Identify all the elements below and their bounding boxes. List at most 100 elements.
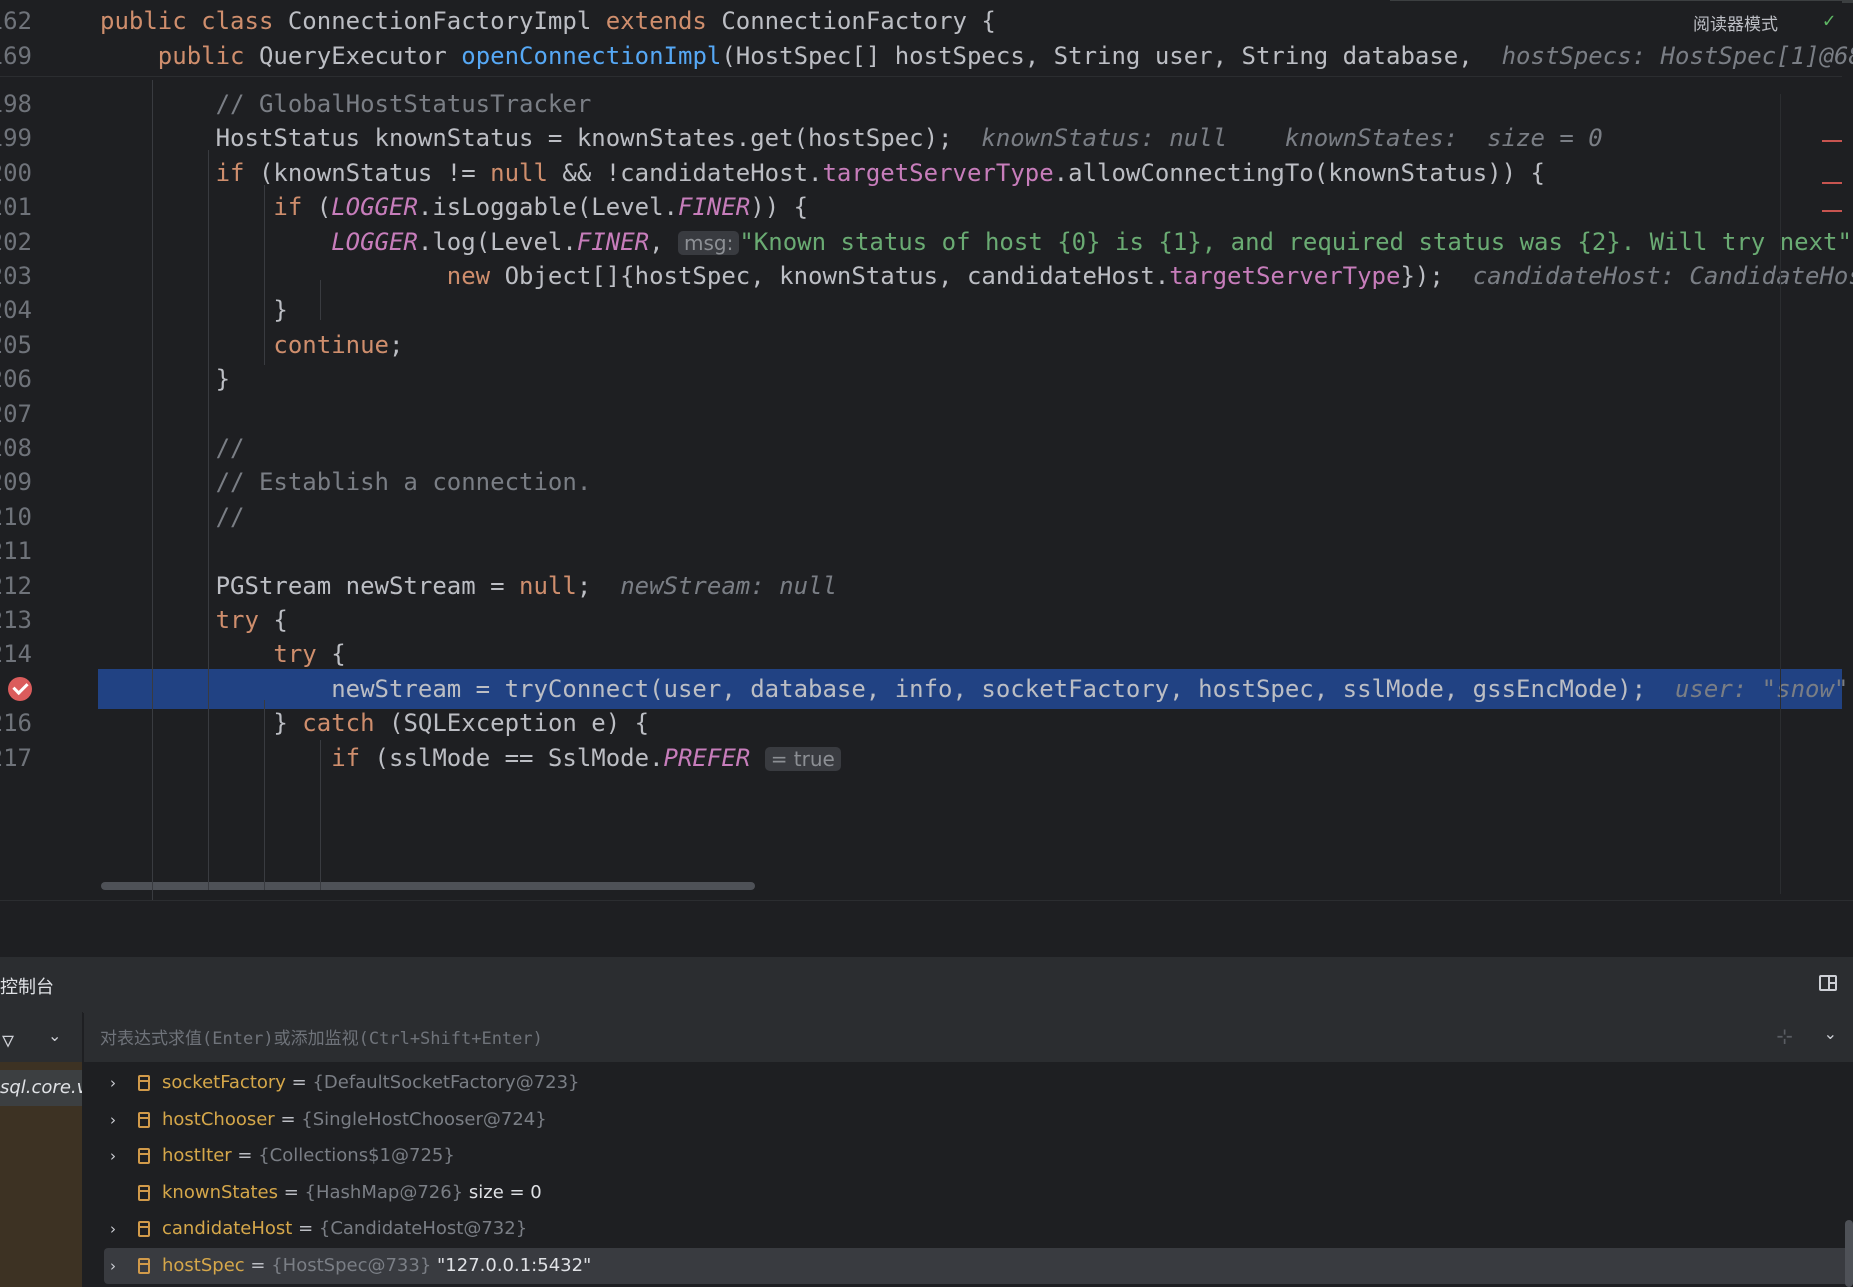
reader-mode-button[interactable]: 阅读器模式 — [1693, 10, 1778, 35]
line-number[interactable]: 199 — [0, 118, 60, 158]
code-token: continue — [273, 331, 389, 359]
variable-row[interactable]: › hostChooser = {SingleHostChooser@724} — [104, 1102, 1853, 1138]
variable-name: hostSpec — [162, 1254, 245, 1276]
code-line[interactable]: 209 // Establish a connection. — [0, 462, 1842, 502]
error-stripe-marker[interactable] — [1822, 182, 1842, 184]
line-number[interactable]: 217 — [0, 738, 60, 778]
code-token: ; — [388, 331, 404, 359]
frame-item-selected[interactable]: sql.core.v. — [0, 1070, 82, 1106]
variable-name: hostIter — [162, 1145, 232, 1166]
code-line[interactable]: 201 if (LOGGER.isLoggable(Level.FINER)) … — [0, 187, 1842, 227]
code-line[interactable]: 204 } — [0, 290, 1842, 330]
code-line[interactable]: 211 — [0, 531, 1842, 571]
code-token: (SQLException e) { — [374, 709, 650, 737]
chevron-down-icon[interactable]: ⌄ — [48, 1026, 61, 1045]
code-token: PREFER — [663, 744, 751, 772]
line-number[interactable]: 211 — [0, 531, 60, 571]
variables-panel: › socketFactory = {DefaultSocketFactory@7… — [84, 1063, 1853, 1287]
code-token: { — [258, 606, 288, 634]
equals-sign: = — [278, 1181, 305, 1203]
line-number[interactable]: 162 — [0, 1, 60, 41]
code-token: if — [215, 159, 259, 187]
editor-bottom-spacer — [0, 900, 1853, 957]
error-stripe-marker[interactable] — [1822, 140, 1842, 142]
code-token: HostStatus knownStatus = knownStates.get… — [100, 124, 982, 152]
code-token: // GlobalHostStatusTracker — [100, 90, 592, 118]
variable-row[interactable]: knownStates = {HashMap@726} size = 0 — [104, 1175, 1853, 1211]
code-token: { — [316, 640, 346, 668]
layout-icon[interactable] — [1819, 975, 1837, 991]
variable-row[interactable]: › hostSpec = {HostSpec@733} "127.0.0.1:54… — [104, 1247, 1853, 1284]
code-token: targetServerType — [1169, 262, 1401, 290]
sticky-header-line[interactable]: 169 public QueryExecutor openConnectionI… — [0, 36, 1853, 77]
expand-arrow-icon[interactable]: › — [110, 1211, 116, 1247]
variable-row[interactable]: › candidateHost = {CandidateHost@732} — [104, 1211, 1853, 1247]
code-line[interactable]: 216 } catch (SQLException e) { — [0, 703, 1842, 743]
line-number[interactable]: 209 — [0, 462, 60, 502]
expand-arrow-icon[interactable]: › — [110, 1138, 116, 1174]
error-stripe-marker[interactable] — [1822, 210, 1842, 212]
code-line[interactable]: 199 HostStatus knownStatus = knownStates… — [0, 118, 1842, 158]
expand-arrow-icon[interactable]: › — [110, 1065, 116, 1101]
breakpoint-hit-icon[interactable] — [8, 677, 32, 701]
indent-guide — [320, 740, 321, 890]
variable-name: candidateHost — [162, 1218, 293, 1239]
line-number[interactable]: 204 — [0, 290, 60, 330]
evaluate-expression-bar[interactable]: 对表达式求值(Enter)或添加监视(Ctrl+Shift+Enter) ⊹ ⌄ — [84, 1012, 1853, 1063]
code-token: if — [273, 193, 317, 221]
check-icon[interactable]: ✓ — [1823, 8, 1835, 32]
code-line[interactable]: 217 if (sslMode == SslMode.PREFER = true — [0, 738, 1842, 778]
code-token: }); — [1400, 262, 1473, 290]
code-token: public class — [100, 7, 288, 35]
variable-text: hostChooser = {SingleHostChooser@724} — [162, 1102, 547, 1138]
variable-value: "127.0.0.1:5432" — [431, 1254, 592, 1276]
variable-type: {CandidateHost@732} — [318, 1218, 528, 1239]
console-title[interactable]: 控制台 — [0, 973, 54, 999]
parameter-hint: msg: — [678, 231, 740, 255]
line-number[interactable]: 169 — [0, 36, 60, 76]
variable-type: {DefaultSocketFactory@723} — [312, 1072, 580, 1093]
code-token: QueryExecutor — [258, 42, 462, 70]
equals-sign: = — [292, 1218, 319, 1239]
evaluate-expression-input[interactable]: 对表达式求值(Enter)或添加监视(Ctrl+Shift+Enter) — [100, 1024, 543, 1049]
expand-arrow-icon[interactable]: › — [110, 1102, 116, 1138]
code-text: if (sslMode == SslMode.PREFER = true — [100, 738, 841, 779]
code-token: (knownStatus != — [258, 159, 491, 187]
code-token: targetServerType — [822, 159, 1054, 187]
variables-scrollbar[interactable] — [1845, 1220, 1853, 1287]
inline-debug-value: newStream: null — [620, 572, 837, 600]
variable-text: hostIter = {Collections$1@725} — [162, 1138, 455, 1174]
chevron-down-icon[interactable]: ⌄ — [1824, 1024, 1837, 1043]
add-watch-icon[interactable]: ⊹ — [1776, 1024, 1793, 1048]
line-number[interactable]: 201 — [0, 187, 60, 227]
variable-text: hostSpec = {HostSpec@733} "127.0.0.1:543… — [162, 1248, 591, 1284]
equals-sign: = — [231, 1145, 259, 1166]
code-token: PGStream newStream = — [100, 572, 520, 600]
line-number[interactable]: 214 — [0, 634, 60, 674]
code-line[interactable]: 206 } — [0, 359, 1842, 399]
code-line[interactable]: 214 try { — [0, 634, 1842, 674]
expand-arrow-icon[interactable]: › — [110, 1248, 116, 1284]
code-token: // — [100, 503, 245, 531]
code-token: ConnectionFactory { — [721, 7, 996, 35]
code-text: public QueryExecutor openConnectionImpl(… — [100, 36, 1853, 76]
code-text: } — [100, 290, 287, 330]
filter-icon[interactable]: ▽ — [2, 1028, 14, 1052]
line-number[interactable]: 216 — [0, 703, 60, 743]
code-token: )) { — [750, 193, 809, 221]
line-number[interactable]: 206 — [0, 359, 60, 399]
variable-type: {HostSpec@733} — [271, 1254, 432, 1276]
code-token: (HostSpec[] hostSpecs, String user, Stri… — [721, 42, 1502, 70]
horizontal-scrollbar[interactable] — [101, 882, 755, 890]
variable-row[interactable]: › hostIter = {Collections$1@725} — [104, 1138, 1853, 1174]
code-token: ( — [316, 193, 332, 221]
code-token: } — [100, 709, 303, 737]
variable-text: knownStates = {HashMap@726} size = 0 — [162, 1175, 542, 1211]
code-token: .allowConnectingTo(knownStatus)) { — [1053, 159, 1545, 187]
variable-row[interactable]: › socketFactory = {DefaultSocketFactory@7… — [104, 1065, 1853, 1101]
code-token: Object[]{hostSpec, knownStatus, candidat… — [504, 262, 1170, 290]
variable-text: candidateHost = {CandidateHost@732} — [162, 1211, 527, 1247]
code-token: ConnectionFactoryImpl — [287, 7, 606, 35]
code-editor[interactable]: 162 public class ConnectionFactoryImpl ex… — [0, 0, 1853, 900]
